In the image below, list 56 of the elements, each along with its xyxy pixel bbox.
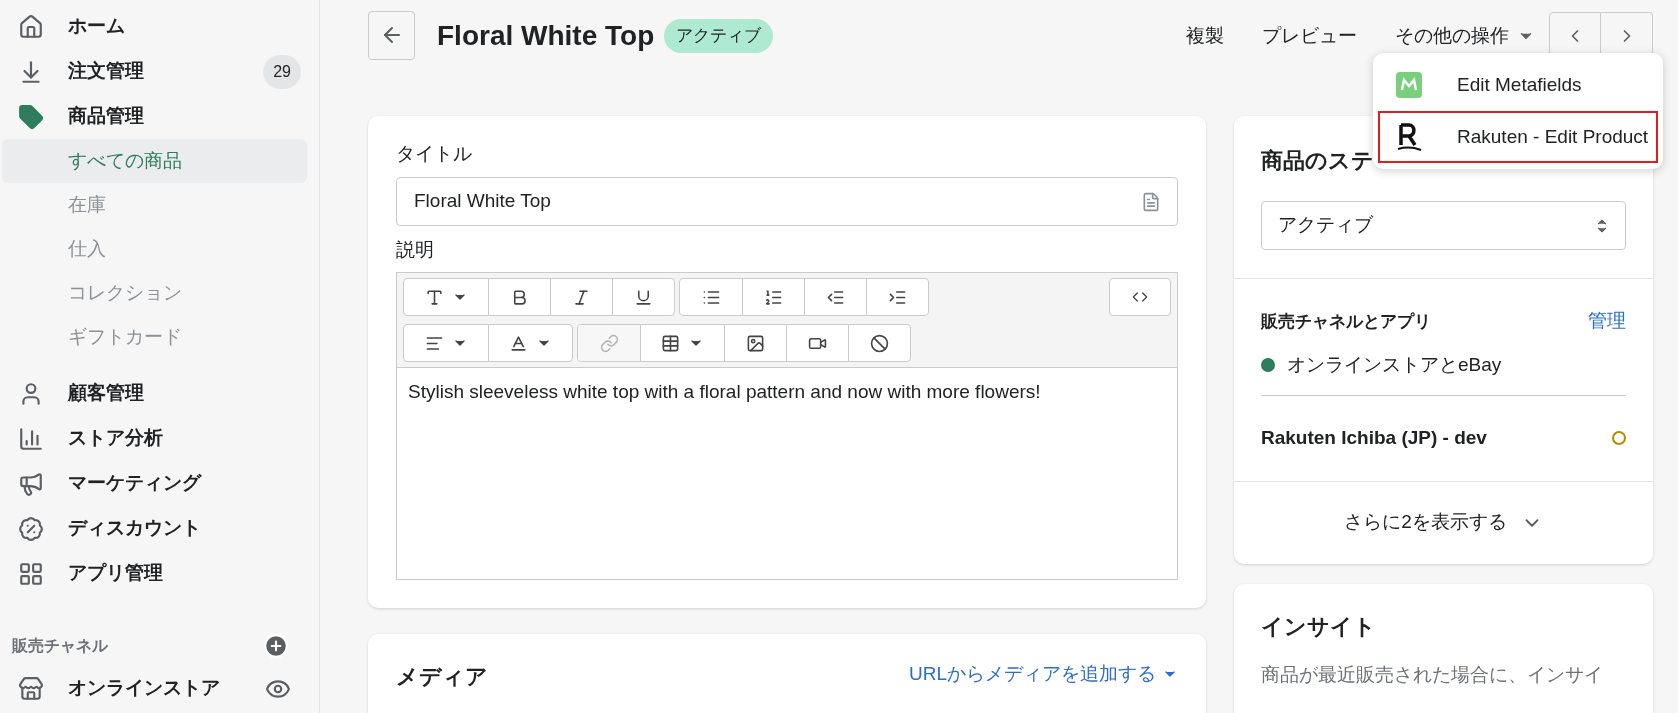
underline-icon <box>634 287 653 307</box>
card-title: メディア <box>396 663 488 691</box>
nav-item[interactable]: マーケティング <box>68 469 201 498</box>
description-text[interactable]: Stylish sleeveless white top with a floral pattern and now with more flowers! <box>397 368 1177 407</box>
nav-item[interactable]: 商品管理 <box>68 102 144 131</box>
title-field[interactable]: Floral White Top <box>396 176 1178 226</box>
card-title: 商品のステ <box>1261 147 1375 175</box>
table-icon <box>661 333 680 353</box>
field-label: 説明 <box>396 237 435 262</box>
home-icon <box>18 13 44 40</box>
add-media-link[interactable]: URLからメディアを追加する <box>909 660 1178 689</box>
section-heading: 販売チャネル <box>12 636 108 656</box>
section-heading: 販売チャネルとアプリ <box>1261 310 1431 333</box>
add-icon[interactable] <box>263 633 289 659</box>
action-button[interactable]: 複製 <box>1186 21 1224 51</box>
italic-icon <box>572 287 591 307</box>
channel-name: Rakuten Ichiba (JP) - dev <box>1261 425 1487 450</box>
insights-text: 商品が最近販売された場合に、インサイ <box>1261 662 1604 687</box>
nav-item[interactable]: ホーム <box>68 12 125 41</box>
count-badge: 29 <box>263 54 301 89</box>
more-actions-button[interactable]: その他の操作 <box>1395 21 1535 51</box>
nav-item[interactable]: 顧客管理 <box>68 379 144 408</box>
nav-item[interactable]: アプリ管理 <box>68 559 163 588</box>
nav-item[interactable]: 注文管理 <box>68 57 144 86</box>
nav-subitem[interactable]: すべての商品 <box>2 139 307 183</box>
megaphone-icon <box>18 470 44 497</box>
apps-icon <box>18 560 44 587</box>
clear-format-icon <box>870 333 889 353</box>
bar-chart-icon <box>18 425 44 452</box>
app-logo-icon <box>1395 71 1423 99</box>
show-more-button[interactable]: さらに2を表示する <box>1344 508 1543 537</box>
image-icon <box>746 333 765 353</box>
back-button[interactable] <box>368 10 415 60</box>
tag-icon <box>18 103 44 130</box>
numbered-list-icon <box>764 287 783 307</box>
channel-name: オンラインストアとeBay <box>1287 352 1502 377</box>
page-title: Floral White Top <box>437 19 655 53</box>
discount-icon <box>18 515 44 542</box>
nav-item[interactable]: ディスカウント <box>68 514 201 543</box>
field-label: タイトル <box>396 142 473 166</box>
action-button[interactable]: プレビュー <box>1262 21 1357 51</box>
app-logo-icon <box>1395 122 1423 152</box>
status-badge: アクティブ <box>664 19 774 53</box>
link-icon <box>599 333 619 353</box>
card-title: インサイト <box>1261 612 1377 641</box>
nav-item[interactable]: ストア分析 <box>68 424 163 453</box>
font-icon <box>424 287 444 307</box>
manage-link[interactable]: 管理 <box>1588 307 1626 336</box>
store-icon <box>18 675 44 702</box>
menu-item[interactable]: Edit Metafields <box>1378 59 1658 111</box>
nav-item[interactable]: オンラインストア <box>68 674 220 703</box>
form-icon <box>1141 190 1161 213</box>
status-select[interactable]: アクティブ <box>1261 201 1626 250</box>
code-icon <box>1132 289 1148 305</box>
menu-item[interactable]: Rakuten - Edit Product <box>1378 111 1658 163</box>
text-color-icon <box>509 333 528 353</box>
